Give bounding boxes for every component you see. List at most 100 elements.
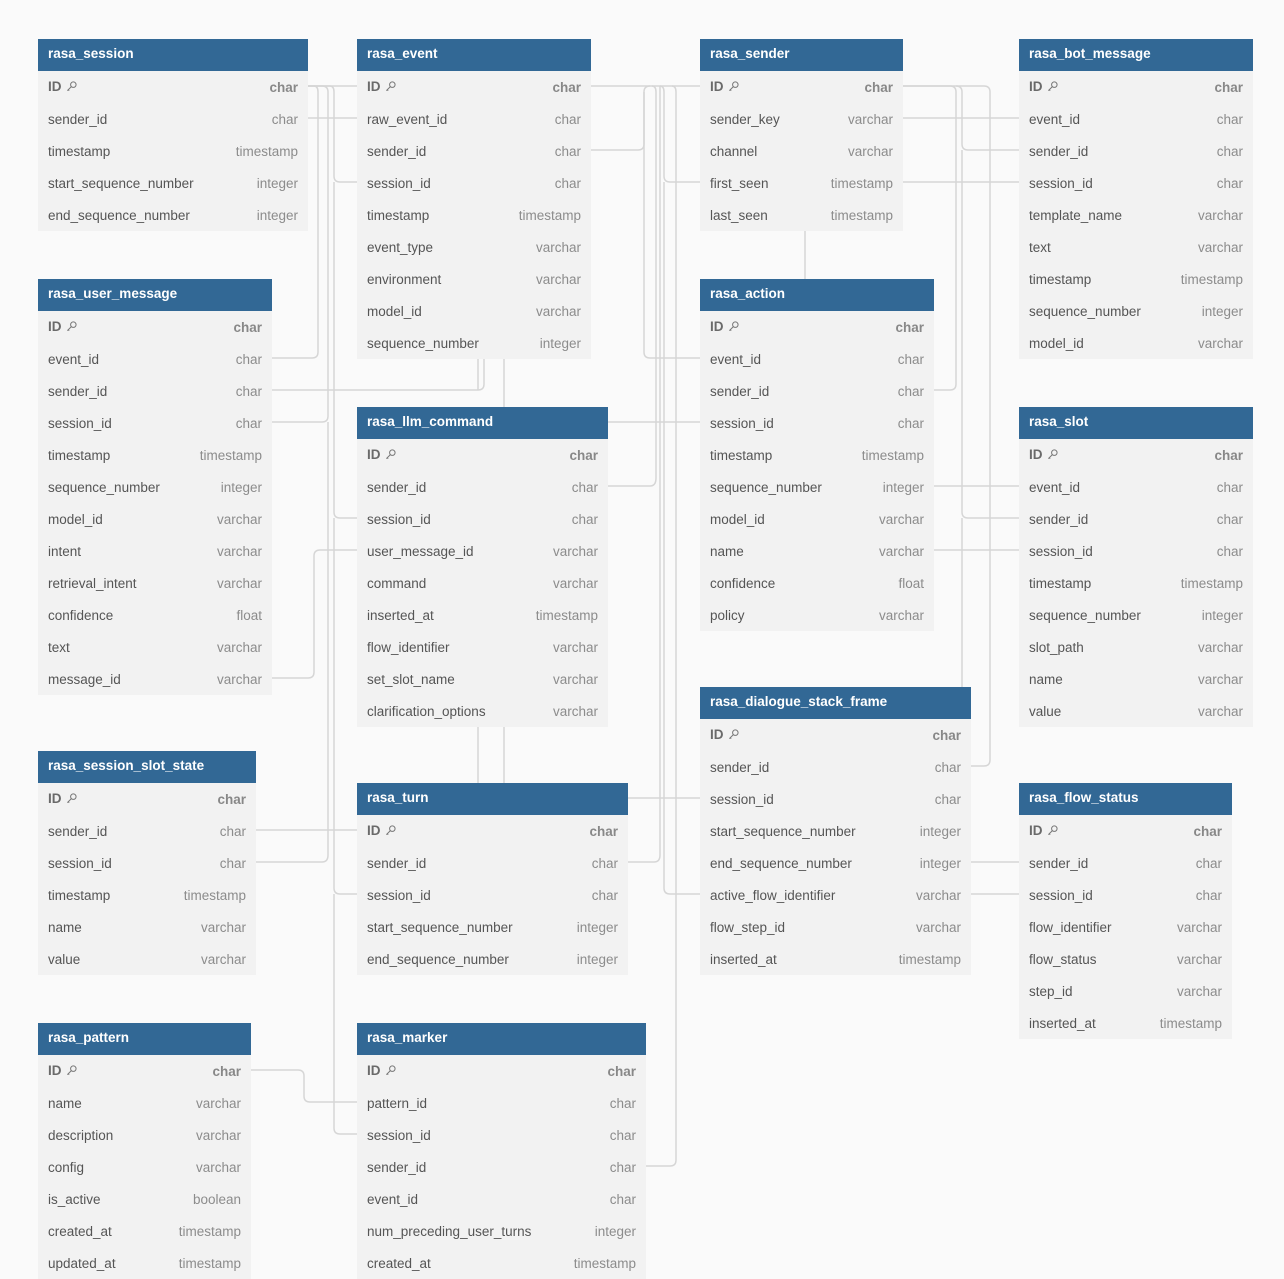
primary-key-row[interactable]: ID char bbox=[38, 311, 272, 343]
column-row[interactable]: event_id char bbox=[38, 343, 272, 375]
relationship-line[interactable] bbox=[646, 85, 677, 1167]
relationship-line[interactable] bbox=[308, 85, 357, 183]
column-row[interactable]: inserted_at timestamp bbox=[357, 599, 608, 631]
table-rasa-session-slot-state[interactable]: rasa_session_slot_state ID char sender_id ch… bbox=[38, 751, 256, 975]
primary-key-row[interactable]: ID char bbox=[357, 71, 591, 103]
column-row[interactable]: flow_step_id varchar bbox=[700, 911, 971, 943]
column-row[interactable]: user_message_id varchar bbox=[357, 535, 608, 567]
column-row[interactable]: created_at timestamp bbox=[38, 1215, 251, 1247]
primary-key-row[interactable]: ID char bbox=[357, 815, 628, 847]
column-row[interactable]: confidence float bbox=[38, 599, 272, 631]
table-rasa-flow-status[interactable]: rasa_flow_status ID char sender_id char sessi… bbox=[1019, 783, 1232, 1039]
column-row[interactable]: num_preceding_user_turns integer bbox=[357, 1215, 646, 1247]
column-row[interactable]: sender_id char bbox=[357, 1151, 646, 1183]
column-row[interactable]: start_sequence_number integer bbox=[357, 911, 628, 943]
table-title[interactable]: rasa_llm_command bbox=[357, 407, 608, 439]
column-row[interactable]: session_id char bbox=[700, 783, 971, 815]
column-row[interactable]: session_id char bbox=[38, 847, 256, 879]
column-row[interactable]: name varchar bbox=[38, 1087, 251, 1119]
table-title[interactable]: rasa_action bbox=[700, 279, 934, 311]
column-row[interactable]: sequence_number integer bbox=[1019, 599, 1253, 631]
column-row[interactable]: model_id varchar bbox=[1019, 327, 1253, 359]
column-row[interactable]: sender_id char bbox=[357, 135, 591, 167]
table-title[interactable]: rasa_user_message bbox=[38, 279, 272, 311]
relationship-line[interactable] bbox=[272, 358, 485, 391]
column-row[interactable]: sequence_number integer bbox=[1019, 295, 1253, 327]
primary-key-row[interactable]: ID char bbox=[1019, 71, 1253, 103]
column-row[interactable]: first_seen timestamp bbox=[700, 167, 903, 199]
primary-key-row[interactable]: ID char bbox=[357, 1055, 646, 1087]
column-row[interactable]: start_sequence_number integer bbox=[700, 815, 971, 847]
column-row[interactable]: inserted_at timestamp bbox=[700, 943, 971, 975]
primary-key-row[interactable]: ID char bbox=[38, 71, 308, 103]
column-row[interactable]: timestamp timestamp bbox=[1019, 567, 1253, 599]
column-row[interactable]: command varchar bbox=[357, 567, 608, 599]
column-row[interactable]: timestamp timestamp bbox=[357, 199, 591, 231]
column-row[interactable]: event_id char bbox=[700, 343, 934, 375]
column-row[interactable]: sender_key varchar bbox=[700, 103, 903, 135]
column-row[interactable]: text varchar bbox=[38, 631, 272, 663]
column-row[interactable]: session_id char bbox=[700, 407, 934, 439]
table-rasa-user-message[interactable]: rasa_user_message ID char event_id char sende… bbox=[38, 279, 272, 695]
column-row[interactable]: sender_id char bbox=[700, 375, 934, 407]
column-row[interactable]: flow_status varchar bbox=[1019, 943, 1232, 975]
table-title[interactable]: rasa_session_slot_state bbox=[38, 751, 256, 783]
column-row[interactable]: inserted_at timestamp bbox=[1019, 1007, 1232, 1039]
column-row[interactable]: sender_id char bbox=[38, 103, 308, 135]
column-row[interactable]: value varchar bbox=[1019, 695, 1253, 727]
column-row[interactable]: event_id char bbox=[357, 1183, 646, 1215]
table-rasa-turn[interactable]: rasa_turn ID char sender_id char session_id ch… bbox=[357, 783, 628, 975]
relationship-line[interactable] bbox=[659, 85, 700, 183]
column-row[interactable]: template_name varchar bbox=[1019, 199, 1253, 231]
column-row[interactable]: event_id char bbox=[1019, 471, 1253, 503]
column-row[interactable]: timestamp timestamp bbox=[38, 135, 308, 167]
table-title[interactable]: rasa_sender bbox=[700, 39, 903, 71]
column-row[interactable]: retrieval_intent varchar bbox=[38, 567, 272, 599]
column-row[interactable]: timestamp timestamp bbox=[38, 439, 272, 471]
column-row[interactable]: pattern_id char bbox=[357, 1087, 646, 1119]
column-row[interactable]: message_id varchar bbox=[38, 663, 272, 695]
table-title[interactable]: rasa_dialogue_stack_frame bbox=[700, 687, 971, 719]
relationship-line[interactable] bbox=[591, 85, 651, 151]
column-row[interactable]: session_id char bbox=[1019, 879, 1232, 911]
relationship-line[interactable] bbox=[333, 518, 357, 895]
table-rasa-sender[interactable]: rasa_sender ID char sender_key varchar channe… bbox=[700, 39, 903, 231]
column-row[interactable]: clarification_options varchar bbox=[357, 695, 608, 727]
table-title[interactable]: rasa_bot_message bbox=[1019, 39, 1253, 71]
relationship-line[interactable] bbox=[333, 182, 357, 519]
column-row[interactable]: session_id char bbox=[1019, 167, 1253, 199]
column-row[interactable]: end_sequence_number integer bbox=[38, 199, 308, 231]
table-title[interactable]: rasa_event bbox=[357, 39, 591, 71]
table-title[interactable]: rasa_session bbox=[38, 39, 308, 71]
relationship-line[interactable] bbox=[251, 1069, 357, 1103]
column-row[interactable]: flow_identifier varchar bbox=[357, 631, 608, 663]
column-row[interactable]: sender_id char bbox=[357, 471, 608, 503]
table-rasa-dialogue-stack-frame[interactable]: rasa_dialogue_stack_frame ID char sender_id… bbox=[700, 687, 971, 975]
column-row[interactable]: name varchar bbox=[700, 535, 934, 567]
column-row[interactable]: sequence_number integer bbox=[357, 327, 591, 359]
table-rasa-pattern[interactable]: rasa_pattern ID char name varchar description… bbox=[38, 1023, 251, 1279]
column-row[interactable]: slot_path varchar bbox=[1019, 631, 1253, 663]
table-title[interactable]: rasa_marker bbox=[357, 1023, 646, 1055]
column-row[interactable]: flow_identifier varchar bbox=[1019, 911, 1232, 943]
column-row[interactable]: sequence_number integer bbox=[38, 471, 272, 503]
relationship-line[interactable] bbox=[608, 85, 657, 487]
column-row[interactable]: step_id varchar bbox=[1019, 975, 1232, 1007]
column-row[interactable]: sender_id char bbox=[1019, 847, 1232, 879]
primary-key-row[interactable]: ID char bbox=[700, 311, 934, 343]
column-row[interactable]: channel varchar bbox=[700, 135, 903, 167]
column-row[interactable]: model_id varchar bbox=[357, 295, 591, 327]
column-row[interactable]: active_flow_identifier varchar bbox=[700, 879, 971, 911]
table-title[interactable]: rasa_flow_status bbox=[1019, 783, 1232, 815]
table-rasa-llm-command[interactable]: rasa_llm_command ID char sender_id char sessi… bbox=[357, 407, 608, 727]
column-row[interactable]: text varchar bbox=[1019, 231, 1253, 263]
column-row[interactable]: session_id char bbox=[357, 503, 608, 535]
column-row[interactable]: session_id char bbox=[38, 407, 272, 439]
column-row[interactable]: timestamp timestamp bbox=[700, 439, 934, 471]
column-row[interactable]: timestamp timestamp bbox=[1019, 263, 1253, 295]
column-row[interactable]: intent varchar bbox=[38, 535, 272, 567]
column-row[interactable]: event_type varchar bbox=[357, 231, 591, 263]
relationship-line[interactable] bbox=[663, 182, 700, 895]
primary-key-row[interactable]: ID char bbox=[1019, 815, 1232, 847]
column-row[interactable]: session_id char bbox=[357, 879, 628, 911]
